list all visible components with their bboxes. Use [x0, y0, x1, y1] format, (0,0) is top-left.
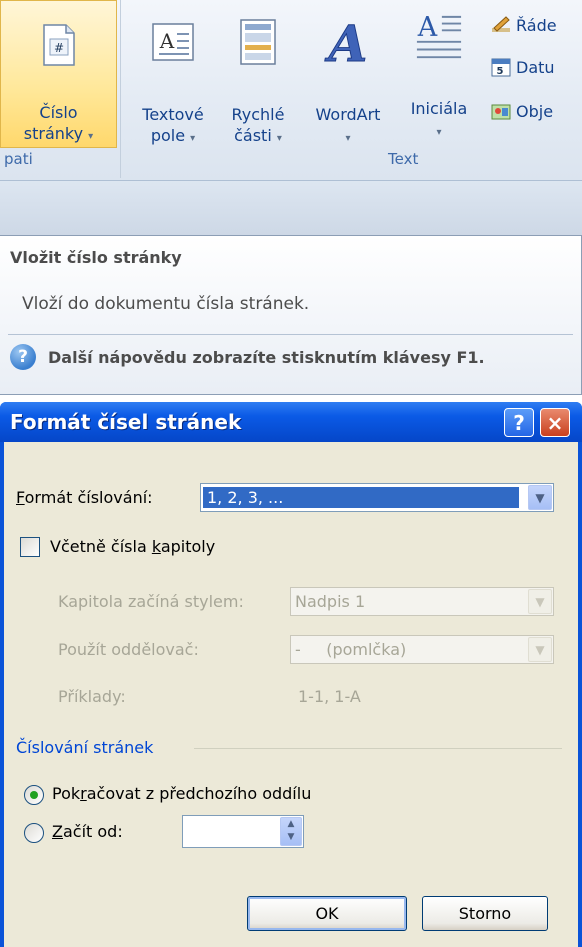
chevron-down-icon[interactable]: ▼: [528, 485, 552, 510]
close-button[interactable]: ×: [540, 408, 570, 437]
page-number-label-row: stránky ▾: [24, 123, 93, 147]
tooltip: Vložit číslo stránky Vloží do dokumentu …: [0, 235, 582, 395]
start-at-radio[interactable]: [24, 823, 44, 843]
ribbon-bottom-bar: [0, 180, 582, 235]
wordart-icon: A: [324, 12, 372, 72]
number-format-label: Formát číslování:: [16, 488, 153, 507]
include-chapter-accesskey: k: [151, 537, 161, 556]
quick-parts-label-1: Rychlé: [231, 105, 285, 124]
svg-text:#: #: [53, 41, 63, 55]
chevron-down-icon: ▾: [345, 133, 351, 144]
page-numbering-group-title: Číslování stránek: [16, 738, 156, 757]
dropcap-label: Iniciála: [410, 99, 468, 118]
object-label: Obje: [516, 101, 554, 121]
group-label-text: Text: [388, 150, 419, 168]
include-chapter-label[interactable]: Včetně čísla kapitoly: [50, 537, 215, 556]
cancel-button[interactable]: Storno: [422, 896, 548, 931]
svg-text:A: A: [159, 29, 175, 53]
include-chapter-label-post: apitoly: [160, 537, 216, 556]
start-at-spinner[interactable]: ▲ ▼: [182, 815, 304, 848]
continue-label-post: ačovat z předchozího oddílu: [86, 784, 312, 803]
date-time-label: Datu: [516, 57, 555, 77]
number-format-value: 1, 2, 3, ...: [203, 487, 519, 508]
ok-button[interactable]: OK: [247, 896, 407, 931]
signature-icon: [492, 16, 510, 32]
chevron-down-icon: ▾: [436, 127, 442, 138]
separator-select: - (pomlčka) ▼: [290, 635, 554, 664]
svg-text:5: 5: [497, 66, 504, 77]
tooltip-help: ? Další nápovědu zobrazíte stisknutím kl…: [10, 344, 485, 370]
textbox-label-1: Textové: [142, 105, 204, 124]
number-format-label-accesskey: F: [16, 488, 25, 507]
signature-label: Řáde: [516, 15, 557, 35]
help-icon: ?: [10, 344, 36, 370]
calendar-icon: 5: [491, 58, 511, 77]
examples-value: 1-1, 1-A: [298, 687, 361, 706]
help-button[interactable]: ?: [504, 408, 534, 437]
group-label-footer: pati: [4, 150, 33, 168]
quick-parts-label-2: části: [234, 126, 272, 145]
dialog-titlebar[interactable]: Formát čísel stránek ? ×: [0, 402, 582, 442]
dropcap-button[interactable]: A Iniciála ▾: [398, 8, 480, 143]
chapter-style-value: Nadpis 1: [295, 592, 366, 611]
examples-label: Příklady:: [58, 687, 126, 706]
wordart-label-row: ▾: [345, 125, 350, 149]
dropcap-icon: A: [415, 8, 463, 68]
tooltip-divider: [8, 334, 573, 335]
separator-value: - (pomlčka): [295, 640, 407, 659]
dialog-title: Formát čísel stránek: [10, 410, 242, 434]
chevron-down-icon: ▾: [190, 133, 196, 144]
group-divider: [194, 748, 562, 749]
svg-text:A: A: [325, 16, 368, 68]
quick-parts-button[interactable]: Rychlé části ▾: [218, 12, 298, 149]
group-divider: [120, 0, 121, 178]
object-icon: [491, 104, 511, 120]
quick-parts-label-row: části ▾: [234, 125, 282, 149]
chapter-style-label: Kapitola začíná stylem:: [58, 592, 244, 611]
chevron-down-icon: ▼: [528, 589, 552, 614]
page-number-label-2: stránky: [23, 124, 84, 143]
tooltip-help-text: Další nápovědu zobrazíte stisknutím kláv…: [48, 347, 485, 367]
page-number-button[interactable]: # Číslo stránky ▾: [0, 0, 117, 148]
page-number-icon: #: [35, 15, 83, 74]
include-chapter-label-pre: Včetně čísla: [50, 537, 152, 556]
continue-accesskey: r: [80, 784, 87, 803]
svg-text:A: A: [417, 12, 438, 43]
separator-label: Použít oddělovač:: [58, 640, 199, 659]
tooltip-title: Vložit číslo stránky: [10, 248, 182, 267]
tooltip-description: Vloží do dokumentu čísla stránek.: [22, 294, 310, 314]
textbox-button[interactable]: A Textové pole ▾: [128, 12, 218, 149]
chevron-down-icon: ▾: [88, 131, 94, 142]
start-at-label[interactable]: Začít od:: [52, 822, 123, 841]
signature-line-button[interactable]: Řáde: [490, 14, 557, 36]
spinner-arrows-icon[interactable]: ▲ ▼: [280, 817, 302, 846]
dropcap-label-row: ▾: [436, 119, 441, 143]
date-time-button[interactable]: 5 Datu: [490, 56, 555, 78]
page-number-format-dialog: Formát čísel stránek ? × Formát číslován…: [0, 402, 582, 947]
textbox-icon: A: [149, 12, 197, 72]
chapter-style-select: Nadpis 1 ▼: [290, 587, 554, 616]
chevron-down-icon: ▼: [528, 637, 552, 662]
wordart-label: WordArt: [315, 105, 381, 124]
include-chapter-checkbox[interactable]: [20, 537, 40, 557]
number-format-select[interactable]: 1, 2, 3, ... ▼: [200, 483, 554, 512]
quick-parts-icon: [234, 12, 282, 72]
ribbon: # Číslo stránky ▾ pati A Textové pole ▾: [0, 0, 582, 180]
object-button[interactable]: Obje: [490, 100, 553, 122]
continue-radio[interactable]: [24, 785, 44, 805]
textbox-label-row: pole ▾: [151, 125, 195, 149]
start-at-label-rest: ačít od:: [62, 822, 123, 841]
textbox-label-2: pole: [150, 126, 186, 145]
start-at-accesskey: Z: [52, 822, 63, 841]
chevron-down-icon: ▾: [276, 133, 282, 144]
page-number-label-1: Číslo: [39, 103, 78, 122]
continue-label[interactable]: Pokračovat z předchozího oddílu: [52, 784, 311, 803]
number-format-label-text: ormát číslování:: [24, 488, 153, 507]
continue-label-pre: Pok: [52, 784, 81, 803]
wordart-button[interactable]: A WordArt ▾: [298, 12, 398, 149]
dialog-client-area: Formát číslování: 1, 2, 3, ... ▼ Včetně …: [4, 442, 578, 947]
